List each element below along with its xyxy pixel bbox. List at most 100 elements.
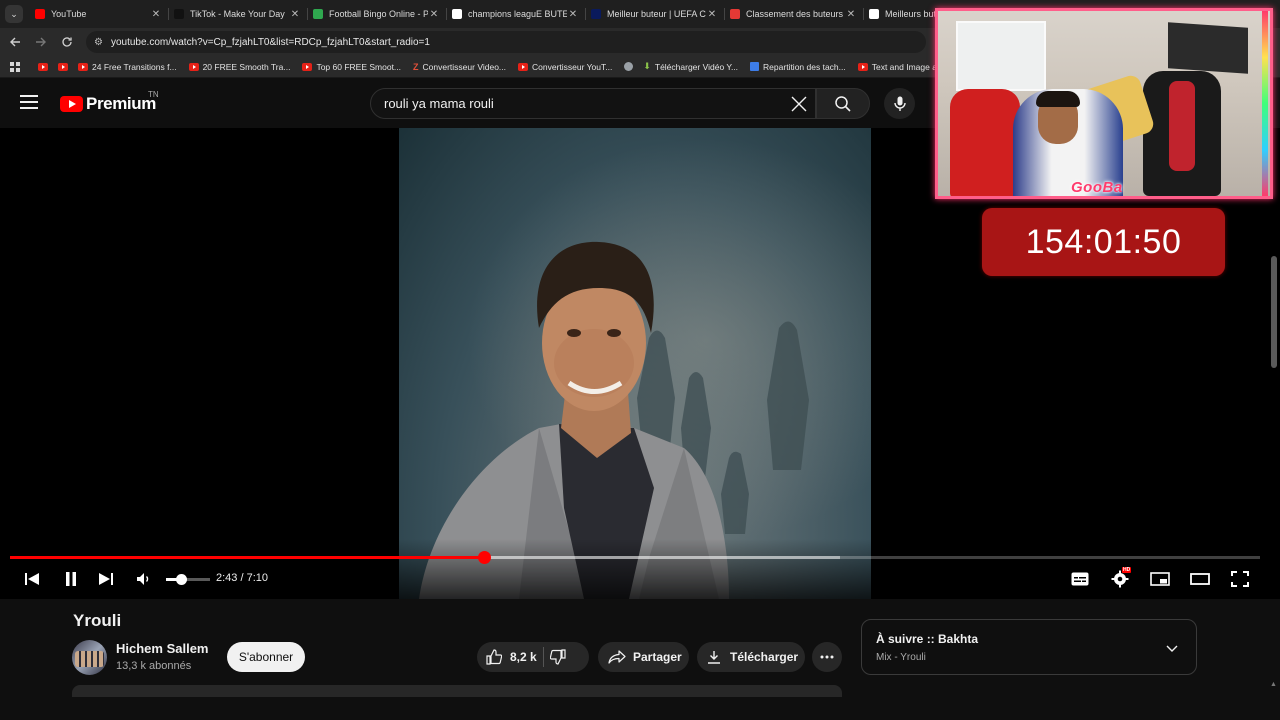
up-next-title: À suivre :: Bakhta xyxy=(876,632,979,646)
next-icon[interactable] xyxy=(93,566,119,592)
tab-title: Football Bingo Online - P xyxy=(329,9,428,19)
converter-favicon-icon: Z xyxy=(413,61,419,72)
bookmark-label: Convertisseur YouT... xyxy=(532,61,613,72)
bookmark-item[interactable]: 24 Free Transitions f... xyxy=(78,62,177,72)
youtube-premium-logo[interactable]: Premium TN xyxy=(60,90,159,114)
video-title: Yrouli xyxy=(73,611,122,630)
webcam-overlay: GooBa xyxy=(935,8,1273,199)
tab-close-icon[interactable]: ✕ xyxy=(150,9,162,20)
channel-avatar[interactable] xyxy=(72,640,107,675)
search-icon xyxy=(835,95,851,112)
volume-icon[interactable] xyxy=(131,566,157,592)
forward-arrow-icon[interactable] xyxy=(30,31,52,53)
share-button[interactable]: Partager xyxy=(598,642,689,672)
youtube-play-icon xyxy=(60,96,83,112)
video-frame[interactable] xyxy=(399,128,871,599)
streamer-brand-label: GooBa xyxy=(1071,179,1123,196)
tab-favicon-icon xyxy=(35,9,45,19)
chevron-down-icon[interactable] xyxy=(1166,640,1178,658)
browser-tab[interactable]: champions leaguE BUTEU ✕ xyxy=(446,0,585,28)
bookmark-item[interactable]: Repartition des tach... xyxy=(750,62,846,72)
back-arrow-icon[interactable] xyxy=(4,31,26,53)
search-button[interactable] xyxy=(816,88,870,119)
tab-favicon-icon xyxy=(452,9,462,19)
browser-tab[interactable]: Meilleur buteur | UEFA Ch ✕ xyxy=(585,0,724,28)
stream-timer: 154:01:50 xyxy=(982,208,1225,276)
download-button[interactable]: Télécharger xyxy=(697,642,805,672)
bookmark-item[interactable] xyxy=(624,62,637,71)
download-label: Télécharger xyxy=(730,650,799,664)
description-box[interactable] xyxy=(72,685,842,697)
volume-handle[interactable] xyxy=(175,574,187,585)
bookmark-item[interactable]: Z Convertisseur Video... xyxy=(413,62,506,72)
apps-grid-icon[interactable] xyxy=(10,61,20,72)
scrubber-handle[interactable] xyxy=(477,551,491,564)
bookmark-item[interactable]: Top 60 FREE Smoot... xyxy=(302,62,401,72)
more-horizontal-icon xyxy=(820,655,834,659)
bookmark-item[interactable]: 20 FREE Smooth Tra... xyxy=(188,62,290,72)
page-scrollbar[interactable] xyxy=(1271,256,1277,368)
fullscreen-icon[interactable] xyxy=(1227,566,1253,592)
volume-slider[interactable] xyxy=(166,574,210,585)
address-bar[interactable]: ⚙ youtube.com/watch?v=Cp_fzjahLT0&list=R… xyxy=(86,31,926,53)
up-next-card[interactable]: À suivre :: Bakhta Mix - Yrouli xyxy=(861,619,1197,675)
search-input[interactable]: rouli ya mama rouli xyxy=(370,88,816,119)
like-button[interactable]: 8,2 k xyxy=(477,649,537,665)
youtube-favicon-icon xyxy=(518,62,528,71)
clear-search-icon[interactable] xyxy=(789,94,809,114)
tab-favicon-icon xyxy=(591,9,601,19)
tab-close-icon[interactable]: ✕ xyxy=(567,9,579,20)
youtube-favicon-icon xyxy=(857,62,868,71)
browser-tab[interactable]: YouTube ✕ xyxy=(29,0,168,28)
menu-icon[interactable] xyxy=(20,95,38,109)
tab-favicon-icon xyxy=(174,9,184,19)
subscribe-button[interactable]: S'abonner xyxy=(227,642,305,672)
bookmark-label: Télécharger Vidéo Y... xyxy=(654,61,739,72)
logo-text: Premium xyxy=(86,94,156,113)
voice-search-button[interactable] xyxy=(884,88,915,119)
bookmark-item[interactable] xyxy=(38,62,52,71)
time-display: 2:43 / 7:10 xyxy=(216,572,268,584)
settings-gear-icon[interactable]: HD xyxy=(1107,566,1133,592)
bookmark-label: Repartition des tach... xyxy=(763,61,846,72)
thumbs-down-icon xyxy=(549,649,566,665)
search-input-value: rouli ya mama rouli xyxy=(384,96,494,111)
more-actions-button[interactable] xyxy=(812,642,842,672)
played-bar xyxy=(10,556,484,559)
tab-title: YouTube xyxy=(51,9,87,19)
tab-title: Meilleur buteur | UEFA Ch xyxy=(607,9,706,19)
thumbs-up-icon xyxy=(486,649,502,665)
tab-close-icon[interactable]: ✕ xyxy=(845,9,857,20)
miniplayer-icon[interactable] xyxy=(1147,566,1173,592)
previous-icon[interactable] xyxy=(19,566,45,592)
browser-tab[interactable]: Football Bingo Online - P ✕ xyxy=(307,0,446,28)
site-settings-icon[interactable]: ⚙ xyxy=(94,37,103,48)
tab-close-icon[interactable]: ✕ xyxy=(289,9,301,20)
bookmark-item[interactable]: ⬇ Télécharger Vidéo Y... xyxy=(643,61,738,72)
video-progress-bar[interactable] xyxy=(10,551,1260,564)
download-favicon-icon: ⬇ xyxy=(643,61,651,71)
microphone-icon xyxy=(893,96,906,111)
bookmark-item[interactable] xyxy=(58,62,72,71)
channel-name[interactable]: Hichem Sallem xyxy=(116,641,209,656)
tab-close-icon[interactable]: ✕ xyxy=(706,9,718,20)
address-bar-url: youtube.com/watch?v=Cp_fzjahLT0&list=RDC… xyxy=(110,36,430,48)
country-code: TN xyxy=(148,90,159,99)
scroll-down-arrow-icon[interactable]: ▲ xyxy=(1270,681,1277,688)
tab-title: Classement des buteurs L xyxy=(746,9,845,19)
tab-close-icon[interactable]: ✕ xyxy=(428,9,440,20)
pause-icon[interactable] xyxy=(58,566,84,592)
theater-mode-icon[interactable] xyxy=(1187,566,1213,592)
bookmark-label: Top 60 FREE Smoot... xyxy=(316,61,402,72)
browser-tab[interactable]: Classement des buteurs L ✕ xyxy=(724,0,863,28)
tab-favicon-icon xyxy=(730,9,740,19)
tab-search-icon[interactable]: ⌄ xyxy=(5,5,23,23)
reload-icon[interactable] xyxy=(56,31,78,53)
dislike-button[interactable] xyxy=(549,649,566,665)
browser-tab[interactable]: TikTok - Make Your Day ✕ xyxy=(168,0,307,28)
bookmark-item[interactable]: Convertisseur YouT... xyxy=(518,62,612,72)
subtitles-icon[interactable] xyxy=(1067,566,1093,592)
youtube-favicon-icon xyxy=(302,62,313,71)
youtube-favicon-icon xyxy=(58,62,68,71)
share-label: Partager xyxy=(633,650,682,664)
